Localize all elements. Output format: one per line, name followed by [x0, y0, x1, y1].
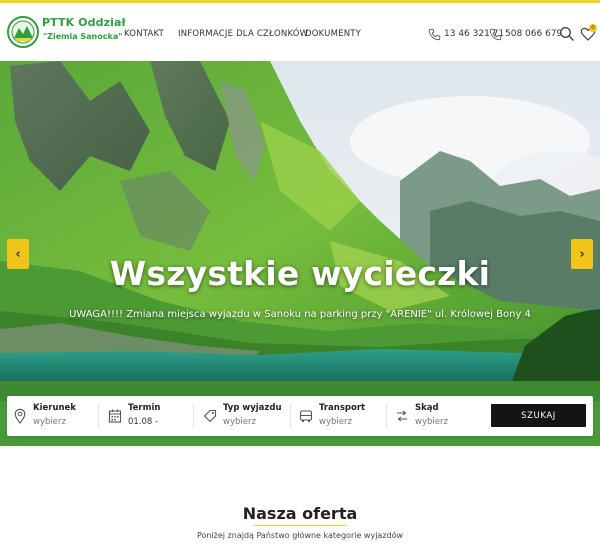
- offer-section-title: Nasza oferta: [242, 504, 358, 523]
- search-divider: [98, 404, 99, 428]
- search-value-transport: wybierz: [319, 417, 352, 427]
- search-field-kierunek[interactable]: Kierunek wybierz: [7, 396, 97, 436]
- search-label-termin: Termin: [128, 403, 161, 413]
- map-pin-icon: [14, 408, 26, 424]
- search-value-skad: wybierz: [415, 417, 448, 427]
- search-field-typ-wyjazdu[interactable]: Typ wyjazdu wybierz: [197, 396, 289, 436]
- phone-icon: [489, 28, 502, 40]
- phone-contact-2[interactable]: 508 066 679: [489, 25, 562, 43]
- search-divider: [386, 404, 387, 428]
- search-icon[interactable]: [559, 26, 575, 42]
- nav-item-kontakt[interactable]: KONTAKT: [124, 29, 164, 39]
- route-icon: [397, 410, 407, 422]
- phone-number-2: 508 066 679: [505, 29, 563, 39]
- hero-title: Wszystkie wycieczki: [109, 254, 491, 293]
- search-label-typ-wyjazdu: Typ wyjazdu: [223, 403, 282, 413]
- search-value-kierunek: wybierz: [33, 417, 66, 427]
- search-field-termin[interactable]: Termin 01.08 -: [102, 396, 192, 436]
- brand-name[interactable]: PTTK Oddział "Ziemia Sanocka": [42, 16, 126, 41]
- trip-search-bar: Kierunek wybierz Termin 01.08 - Typ wyja…: [7, 396, 593, 436]
- search-label-transport: Transport: [319, 403, 366, 413]
- brand-title: PTTK Oddział: [42, 16, 126, 29]
- search-value-termin: 01.08 -: [128, 417, 159, 427]
- search-field-skad[interactable]: Skąd wybierz: [389, 396, 481, 436]
- search-field-transport[interactable]: Transport wybierz: [293, 396, 385, 436]
- search-value-typ-wyjazdu: wybierz: [223, 417, 256, 427]
- search-divider: [290, 404, 291, 428]
- offer-title-underline: [254, 525, 346, 526]
- search-button[interactable]: SZUKAJ: [491, 404, 586, 427]
- tag-icon: [203, 409, 217, 423]
- phone-icon: [428, 28, 441, 40]
- hero-slider: ‹ › Wszystkie wycieczki UWAGA!!!! Zmiana…: [0, 61, 600, 446]
- search-divider: [193, 404, 194, 428]
- nav-item-informacje[interactable]: INFORMACJE DLA CZŁONKÓW: [178, 29, 308, 39]
- brand-subtitle: "Ziemia Sanocka": [43, 32, 123, 41]
- hero-notice: UWAGA!!!! Zmiana miejsca wyjazdu w Sanok…: [69, 309, 531, 320]
- calendar-icon: [108, 409, 122, 423]
- wishlist-count-badge: 0: [589, 24, 597, 32]
- pttk-logo-icon[interactable]: [7, 14, 39, 52]
- bus-icon: [299, 410, 313, 423]
- search-label-kierunek: Kierunek: [33, 403, 76, 413]
- nav-item-dokumenty[interactable]: DOKUMENTY: [305, 29, 361, 39]
- offer-section-subtitle: Poniżej znajdą Państwo główne kategorie …: [196, 531, 404, 540]
- site-header: PTTK Oddział "Ziemia Sanocka" KONTAKT IN…: [0, 3, 600, 61]
- search-label-skad: Skąd: [415, 403, 439, 413]
